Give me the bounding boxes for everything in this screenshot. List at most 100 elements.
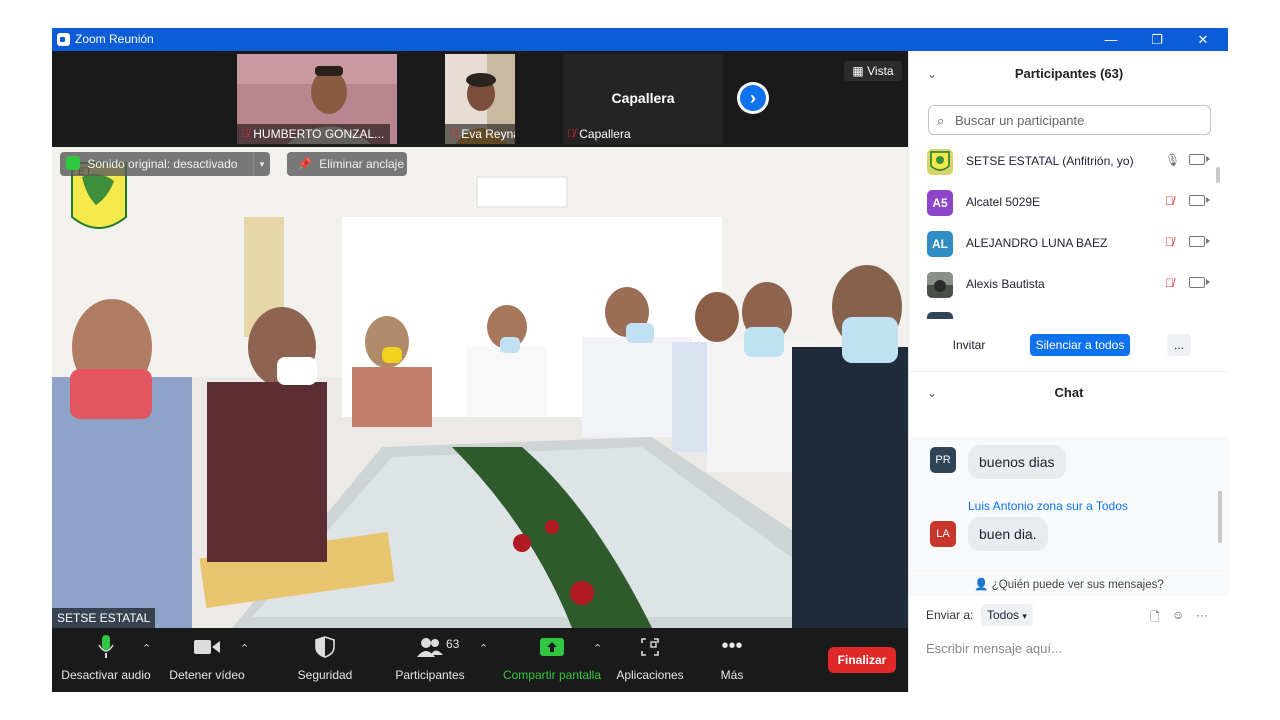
stop-video-button[interactable]: Detener vídeo (166, 628, 248, 692)
camera-icon[interactable] (1189, 277, 1210, 288)
tile-big-name: Capallera (611, 90, 675, 106)
mute-button[interactable]: Desactivar audio (60, 628, 152, 692)
participant-avatar: A5 (927, 190, 953, 216)
message-sender[interactable]: Luis Antonio zona sur a Todos (968, 499, 1128, 513)
send-to-label: Enviar a: (926, 608, 974, 622)
participants-title: Participantes (63) (1014, 66, 1124, 81)
original-sound-label: Sonido original: desactivado (87, 157, 238, 171)
mic-muted-icon: 🎙̸ (449, 128, 458, 140)
participant-row[interactable] (909, 305, 1219, 319)
more-icon[interactable]: ··· (1196, 608, 1208, 622)
view-label: Vista (867, 64, 894, 78)
meeting-area: 🎙̸ HUMBERTO GONZAL... 🎙̸ Eva Reyna Ruíz (52, 51, 908, 692)
chevron-down-icon[interactable]: ▾ (253, 152, 270, 176)
chat-message-input[interactable]: Escribir mensaje aquí... (926, 641, 1062, 656)
title-bar: Zoom Reunión — ❐ ✕ (52, 28, 1228, 51)
security-button[interactable]: Seguridad (290, 628, 360, 692)
participants-label: Participantes (395, 668, 465, 682)
window-title: Zoom Reunión (75, 32, 154, 46)
participant-row[interactable]: SETSE ESTATAL (Anfitrión, yo) 🎙 (909, 141, 1219, 182)
participant-avatar (927, 312, 953, 319)
view-button[interactable]: ▦ Vista (844, 61, 902, 81)
next-page-button[interactable]: › (737, 82, 769, 114)
tile-name-bar: 🎙̸ Eva Reyna Ruíz (445, 124, 515, 144)
chat-title: Chat (1054, 385, 1084, 400)
meeting-toolbar: Desactivar audio ⌃ Detener vídeo ⌃ Segur… (52, 628, 908, 692)
audio-options-caret[interactable]: ⌃ (142, 642, 151, 655)
mute-label: Desactivar audio (61, 668, 151, 682)
participant-name: Alcatel 5029E (966, 195, 1041, 209)
who-can-see-link[interactable]: 👤 ¿Quién puede ver sus mensajes? (909, 574, 1229, 596)
original-sound-toggle[interactable]: Sonido original: desactivado ▾ (60, 152, 270, 176)
participant-name: Alexis Bautista (966, 277, 1045, 291)
shield-icon (290, 628, 360, 664)
invite-button[interactable]: Invitar (947, 334, 991, 356)
microphone-icon (60, 628, 152, 664)
shield-check-icon (66, 156, 80, 170)
apps-icon (614, 628, 686, 664)
mic-muted-icon[interactable]: 🎙̸ (1165, 235, 1174, 249)
share-screen-icon (502, 628, 602, 664)
active-speaker-video[interactable]: ET Sonido original: desactivado ▾ 📌 Elim… (52, 147, 908, 628)
gallery-strip: 🎙̸ HUMBERTO GONZAL... 🎙̸ Eva Reyna Ruíz (52, 51, 908, 147)
message-bubble: buenos dias (968, 445, 1066, 479)
more-button[interactable]: ••• Más (706, 628, 758, 692)
tile-name: Eva Reyna Ruíz (461, 127, 515, 141)
tile-name: Capallera (579, 127, 631, 141)
recipient-dropdown[interactable]: Todos ▾ (981, 604, 1033, 626)
microphone-icon[interactable]: 🎙 (1165, 153, 1180, 167)
participants-button[interactable]: 63 Participantes (392, 628, 468, 692)
tile-name: HUMBERTO GONZAL... (253, 127, 385, 141)
video-camera-icon (166, 628, 248, 664)
camera-icon[interactable] (1189, 236, 1210, 247)
end-meeting-button[interactable]: Finalizar (828, 647, 896, 673)
zoom-window: Zoom Reunión — ❐ ✕ 🎙̸ HUMBERTO GONZAL... (52, 28, 1229, 692)
more-options-button[interactable]: ... (1167, 334, 1191, 356)
host-avatar (927, 149, 953, 175)
chevron-down-icon[interactable]: ⌄ (927, 51, 937, 97)
camera-icon[interactable] (1189, 154, 1210, 165)
mic-muted-icon[interactable]: 🎙̸ (1165, 194, 1174, 208)
participant-name: ALEJANDRO LUNA BAEZ (966, 236, 1108, 250)
participant-row[interactable]: AL ALEJANDRO LUNA BAEZ 🎙̸ (909, 223, 1219, 264)
active-speaker-name: SETSE ESTATAL (52, 608, 156, 628)
chevron-down-icon[interactable]: ⌄ (927, 371, 937, 415)
participant-avatar (927, 272, 953, 298)
restore-button[interactable]: ❐ (1134, 28, 1180, 51)
mic-muted-icon[interactable]: 🎙̸ (1165, 276, 1174, 290)
security-label: Seguridad (297, 668, 353, 682)
share-screen-button[interactable]: Compartir pantalla (502, 628, 602, 692)
participants-scrollbar[interactable] (1216, 167, 1220, 183)
participants-list: SETSE ESTATAL (Anfitrión, yo) 🎙 A5 Alcat… (909, 141, 1219, 319)
share-label: Compartir pantalla (502, 668, 602, 682)
zoom-logo-icon (57, 33, 70, 46)
unpin-button[interactable]: 📌 Eliminar anclaje (287, 152, 407, 176)
mute-all-button[interactable]: Silenciar a todos (1030, 334, 1130, 356)
participants-count: 63 (446, 637, 460, 651)
chat-scrollbar[interactable] (1218, 491, 1222, 543)
minimize-button[interactable]: — (1088, 28, 1134, 51)
unpin-label: Eliminar anclaje (319, 157, 404, 171)
grid-icon: ▦ (852, 64, 864, 78)
close-button[interactable]: ✕ (1180, 28, 1226, 51)
search-placeholder: Buscar un participante (955, 113, 1085, 128)
name-tile[interactable]: Capallera 🎙̸ Capallera (563, 54, 723, 144)
participant-row[interactable]: A5 Alcatel 5029E 🎙̸ (909, 182, 1219, 223)
video-tile[interactable]: 🎙̸ HUMBERTO GONZAL... (237, 54, 397, 144)
participant-avatar: AL (927, 231, 953, 257)
video-tile[interactable]: 🎙̸ Eva Reyna Ruíz (445, 54, 515, 144)
file-icon[interactable]: 🗋 (1150, 608, 1160, 629)
camera-icon[interactable] (1189, 195, 1210, 206)
participants-header: ⌄ Participantes (63) (909, 51, 1229, 97)
participant-search-input[interactable]: ⌕ Buscar un participante (928, 105, 1211, 135)
tile-name-bar: 🎙̸ HUMBERTO GONZAL... (237, 124, 391, 144)
video-options-caret[interactable]: ⌃ (240, 642, 249, 655)
participant-row[interactable]: Alexis Bautista 🎙̸ (909, 264, 1219, 305)
more-label: Más (720, 668, 744, 682)
emoji-icon[interactable]: ☺ (1172, 608, 1184, 622)
apps-button[interactable]: Aplicaciones (614, 628, 686, 692)
side-panel: ⌄ Participantes (63) ⌕ Buscar un partici… (908, 51, 1229, 692)
share-options-caret[interactable]: ⌃ (593, 642, 602, 655)
participants-options-caret[interactable]: ⌃ (479, 642, 488, 655)
search-icon: ⌕ (937, 113, 945, 128)
